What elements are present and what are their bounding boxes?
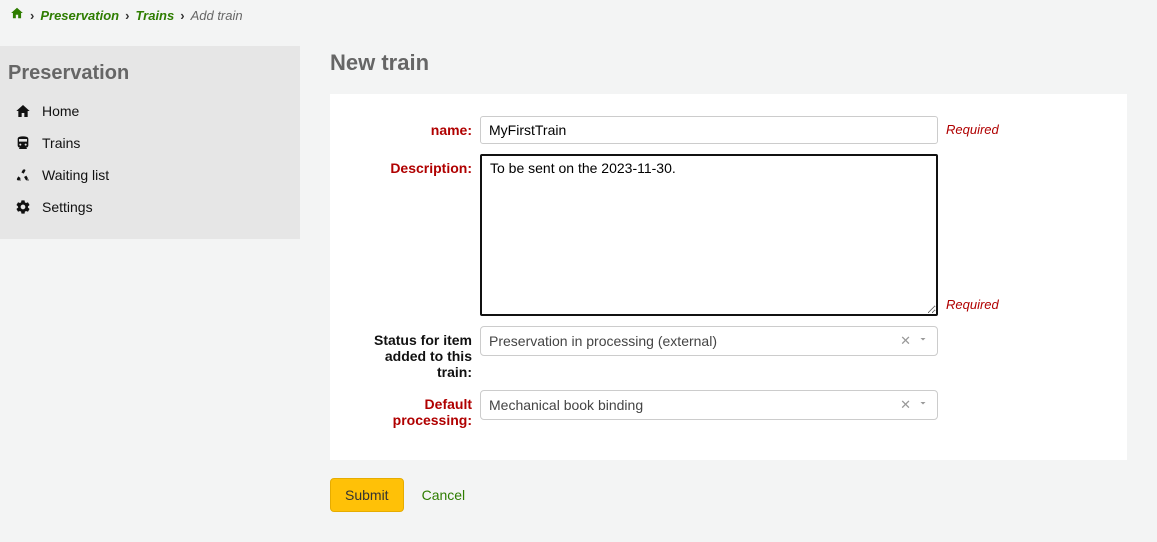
- breadcrumb-trains[interactable]: Trains: [135, 8, 174, 23]
- required-hint: Required: [938, 116, 998, 137]
- sidebar-item-label: Settings: [42, 199, 93, 215]
- breadcrumb-current: Add train: [191, 8, 243, 23]
- cancel-link[interactable]: Cancel: [422, 487, 466, 503]
- train-icon: [14, 135, 32, 151]
- breadcrumb-sep: ›: [180, 8, 184, 23]
- gear-icon: [14, 199, 32, 215]
- description-textarea[interactable]: To be sent on the 2023-11-30.: [480, 154, 938, 316]
- sidebar: Preservation Home Trains Waiting list: [0, 46, 300, 239]
- form-actions: Submit Cancel: [330, 478, 1127, 512]
- breadcrumb-sep: ›: [30, 8, 34, 23]
- home-icon[interactable]: [10, 6, 24, 24]
- sidebar-item-label: Trains: [42, 135, 80, 151]
- clear-icon[interactable]: ✕: [900, 397, 911, 413]
- home-icon: [14, 103, 32, 119]
- status-label: Status for item added to this train:: [350, 326, 480, 380]
- required-hint: Required: [938, 291, 998, 316]
- sidebar-title: Preservation: [0, 58, 300, 95]
- sidebar-item-label: Home: [42, 103, 79, 119]
- main-content: New train name: Required Description: To…: [300, 30, 1157, 542]
- default-processing-value: Mechanical book binding: [489, 397, 643, 413]
- description-label: Description:: [350, 154, 480, 176]
- sidebar-item-settings[interactable]: Settings: [0, 191, 300, 223]
- default-processing-label: Default processing:: [350, 390, 480, 428]
- chevron-down-icon[interactable]: [917, 397, 929, 413]
- sidebar-item-label: Waiting list: [42, 167, 109, 183]
- chevron-down-icon[interactable]: [917, 333, 929, 349]
- status-select[interactable]: Preservation in processing (external) ✕: [480, 326, 938, 356]
- recycle-icon: [14, 167, 32, 183]
- status-value: Preservation in processing (external): [489, 333, 717, 349]
- default-processing-select[interactable]: Mechanical book binding ✕: [480, 390, 938, 420]
- clear-icon[interactable]: ✕: [900, 333, 911, 349]
- sidebar-item-waiting-list[interactable]: Waiting list: [0, 159, 300, 191]
- breadcrumb: › Preservation › Trains › Add train: [0, 0, 1157, 30]
- breadcrumb-preservation[interactable]: Preservation: [40, 8, 119, 23]
- breadcrumb-sep: ›: [125, 8, 129, 23]
- page-title: New train: [330, 50, 1127, 76]
- name-label: name:: [350, 116, 480, 138]
- form-card: name: Required Description: To be sent o…: [330, 94, 1127, 460]
- submit-button[interactable]: Submit: [330, 478, 404, 512]
- name-input[interactable]: [480, 116, 938, 144]
- sidebar-item-home[interactable]: Home: [0, 95, 300, 127]
- sidebar-item-trains[interactable]: Trains: [0, 127, 300, 159]
